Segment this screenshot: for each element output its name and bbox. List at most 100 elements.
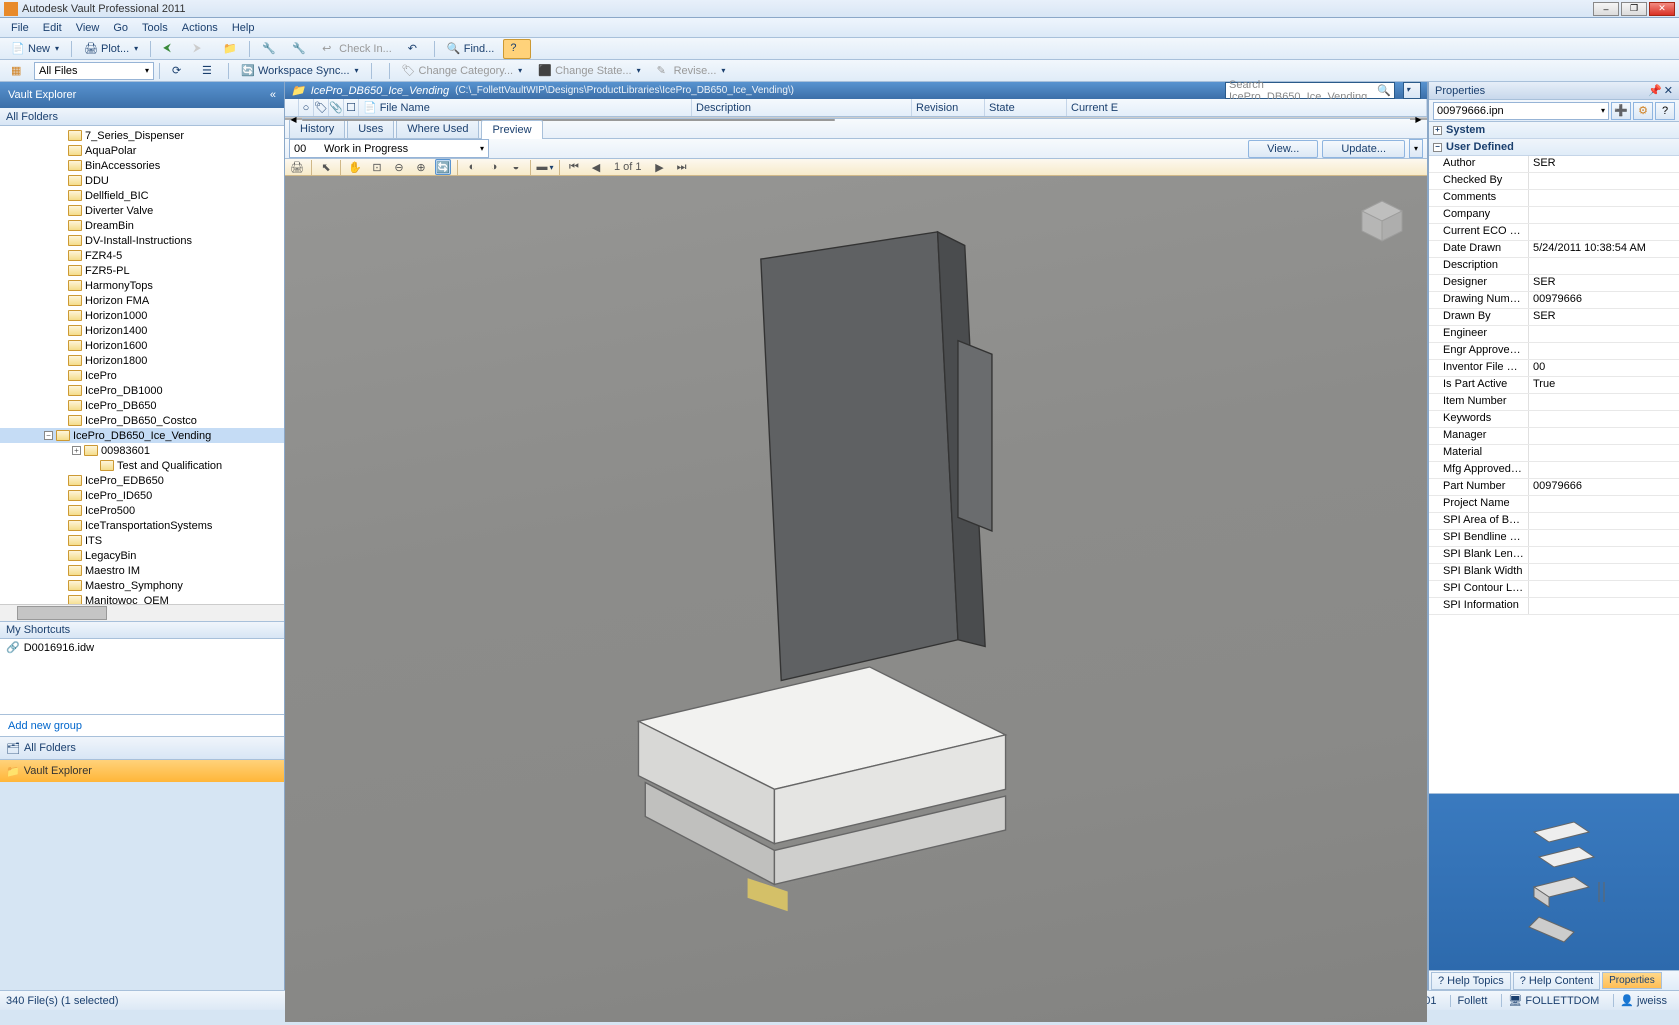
- property-row[interactable]: SPI Contour Length: [1429, 581, 1679, 598]
- tab-help-content[interactable]: ?Help Content: [1513, 972, 1600, 990]
- property-row[interactable]: Item Number: [1429, 394, 1679, 411]
- property-value[interactable]: [1529, 224, 1679, 240]
- filter-combo[interactable]: All Files▾: [34, 62, 154, 80]
- tree-folder[interactable]: IcePro_DB650_Costco: [0, 413, 284, 428]
- property-row[interactable]: SPI Blank Width: [1429, 564, 1679, 581]
- property-row[interactable]: Comments: [1429, 190, 1679, 207]
- preview-canvas[interactable]: [285, 176, 1427, 1022]
- add-new-group-link[interactable]: Add new group: [0, 714, 284, 736]
- nav-3-icon[interactable]: ◒: [508, 159, 524, 175]
- property-value[interactable]: [1529, 581, 1679, 597]
- prop-btn-1[interactable]: ➕: [1611, 102, 1631, 120]
- display-mode-icon[interactable]: ▬: [537, 159, 553, 175]
- nav-2-icon[interactable]: ◑: [486, 159, 502, 175]
- tree-folder[interactable]: BinAccessories: [0, 158, 284, 173]
- tree-folder[interactable]: Horizon FMA: [0, 293, 284, 308]
- scroll-left-icon[interactable]: ◀: [285, 118, 302, 120]
- tree-folder[interactable]: IcePro500: [0, 503, 284, 518]
- col-attach[interactable]: 📎: [329, 99, 344, 116]
- next-page-icon[interactable]: ▶: [652, 159, 668, 175]
- workspace-sync-button[interactable]: 🔄Workspace Sync...: [234, 61, 366, 81]
- property-value[interactable]: [1529, 598, 1679, 614]
- property-row[interactable]: AuthorSER: [1429, 156, 1679, 173]
- property-value[interactable]: [1529, 394, 1679, 410]
- tree-folder[interactable]: Diverter Valve: [0, 203, 284, 218]
- col-status[interactable]: ○: [299, 99, 314, 116]
- revision-combo[interactable]: 00 Work in Progress ▾: [289, 139, 489, 158]
- tab-uses[interactable]: Uses: [347, 119, 394, 138]
- tree-folder[interactable]: IcePro_DB650: [0, 398, 284, 413]
- tree-folder[interactable]: DDU: [0, 173, 284, 188]
- property-row[interactable]: Drawn BySER: [1429, 309, 1679, 326]
- tree-folder[interactable]: HarmonyTops: [0, 278, 284, 293]
- section-system[interactable]: +System: [1429, 122, 1679, 139]
- plot-button[interactable]: 🖨Plot...: [77, 39, 145, 59]
- tree-folder[interactable]: +00983601: [0, 443, 284, 458]
- property-value[interactable]: [1529, 343, 1679, 359]
- property-row[interactable]: Mfg Approved By: [1429, 462, 1679, 479]
- section-user-defined[interactable]: −User Defined: [1429, 139, 1679, 156]
- menu-tools[interactable]: Tools: [135, 20, 175, 36]
- property-value[interactable]: [1529, 428, 1679, 444]
- update-button[interactable]: Update...: [1322, 140, 1405, 158]
- property-value[interactable]: [1529, 326, 1679, 342]
- tree-folder[interactable]: FZR5-PL: [0, 263, 284, 278]
- property-row[interactable]: Checked By: [1429, 173, 1679, 190]
- property-value[interactable]: [1529, 258, 1679, 274]
- grid-hscrollbar[interactable]: ◀ ▶: [285, 117, 1427, 119]
- orbit-icon[interactable]: 🔄: [435, 159, 451, 175]
- tree-folder[interactable]: Maestro_Symphony: [0, 578, 284, 593]
- print-icon[interactable]: 🖨: [289, 159, 305, 175]
- tab-history[interactable]: History: [289, 119, 345, 138]
- back-button[interactable]: ⮜: [156, 39, 184, 59]
- property-value[interactable]: SER: [1529, 309, 1679, 325]
- property-row[interactable]: SPI Information: [1429, 598, 1679, 615]
- refresh-button[interactable]: ⟳: [165, 61, 193, 81]
- property-value[interactable]: 5/24/2011 10:38:54 AM: [1529, 241, 1679, 257]
- property-value[interactable]: [1529, 411, 1679, 427]
- find-button[interactable]: 🔍Find...: [440, 39, 502, 59]
- property-value[interactable]: [1529, 530, 1679, 546]
- property-value[interactable]: [1529, 173, 1679, 189]
- list-button[interactable]: ☰: [195, 61, 223, 81]
- expander-icon[interactable]: −: [44, 431, 53, 440]
- forward-button[interactable]: ⮞: [186, 39, 214, 59]
- menu-go[interactable]: Go: [106, 20, 135, 36]
- col-state[interactable]: State: [985, 99, 1067, 116]
- search-input[interactable]: Search IcePro_DB650_Ice_Vending 🔍: [1225, 82, 1395, 99]
- property-row[interactable]: Engineer: [1429, 326, 1679, 343]
- tab-preview[interactable]: Preview: [481, 120, 542, 139]
- tree-folder[interactable]: LegacyBin: [0, 548, 284, 563]
- view-mode-button[interactable]: ▦: [4, 61, 32, 81]
- tree-folder[interactable]: Manitowoc_OEM: [0, 593, 284, 604]
- tree-folder[interactable]: 7_Series_Dispenser: [0, 128, 284, 143]
- property-row[interactable]: Current ECO Number: [1429, 224, 1679, 241]
- tree-folder[interactable]: Horizon1600: [0, 338, 284, 353]
- shortcuts-header[interactable]: My Shortcuts: [0, 621, 284, 639]
- property-value[interactable]: [1529, 564, 1679, 580]
- minimize-button[interactable]: –: [1593, 2, 1619, 16]
- property-value[interactable]: [1529, 445, 1679, 461]
- property-row[interactable]: Is Part ActiveTrue: [1429, 377, 1679, 394]
- tree-folder[interactable]: ITS: [0, 533, 284, 548]
- shortcut-item[interactable]: 🔗 D0016916.idw: [6, 641, 278, 654]
- menu-view[interactable]: View: [69, 20, 107, 36]
- property-row[interactable]: Manager: [1429, 428, 1679, 445]
- first-page-icon[interactable]: ⏮: [566, 159, 582, 175]
- property-row[interactable]: Material: [1429, 445, 1679, 462]
- properties-grid[interactable]: +System −User Defined AuthorSERChecked B…: [1429, 122, 1679, 794]
- col-rowsel[interactable]: [285, 99, 299, 116]
- view-button[interactable]: View...: [1248, 140, 1318, 158]
- property-row[interactable]: Drawing Number00979666: [1429, 292, 1679, 309]
- folder-tree[interactable]: 7_Series_DispenserAquaPolarBinAccessorie…: [0, 126, 284, 604]
- pin-icon[interactable]: 📌: [1648, 84, 1662, 97]
- viewcube-icon[interactable]: [1357, 196, 1407, 246]
- tool-btn-1[interactable]: 🔧: [255, 39, 283, 59]
- property-value[interactable]: [1529, 462, 1679, 478]
- property-row[interactable]: Inventor File Version00: [1429, 360, 1679, 377]
- tool-btn-2[interactable]: 🔧: [285, 39, 313, 59]
- select-icon[interactable]: ⬉: [318, 159, 334, 175]
- up-button[interactable]: 📁: [216, 39, 244, 59]
- prop-btn-2[interactable]: ⚙: [1633, 102, 1653, 120]
- property-row[interactable]: Date Drawn5/24/2011 10:38:54 AM: [1429, 241, 1679, 258]
